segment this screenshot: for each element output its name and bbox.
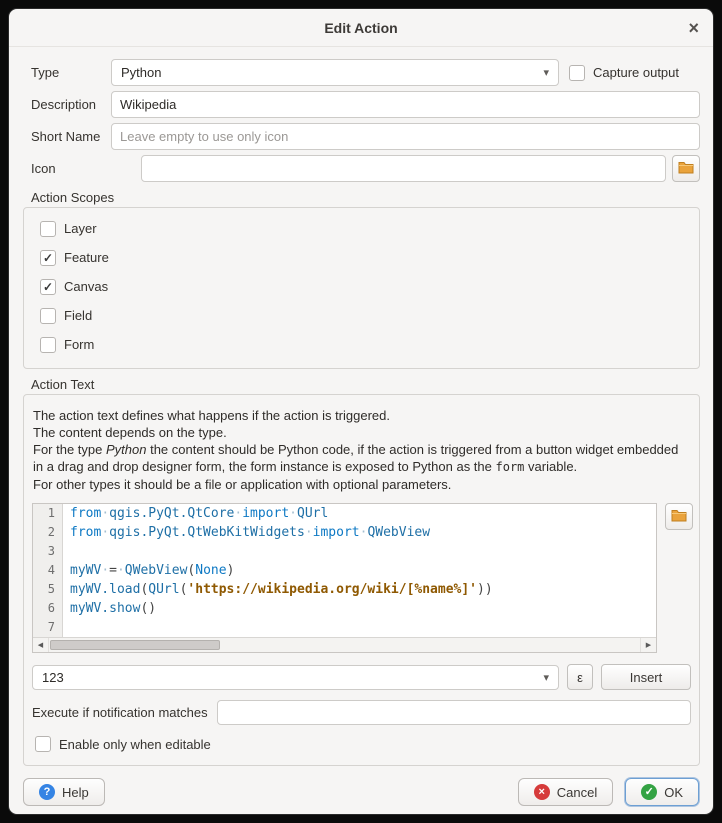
notification-row: Execute if notification matches [32, 700, 691, 725]
type-combobox[interactable]: Python ▾ [111, 59, 559, 86]
description-label: Description [31, 97, 111, 112]
icon-path-input[interactable] [141, 155, 666, 182]
line-number: 1 [33, 504, 63, 523]
code-line[interactable]: 2from·qgis.PyQt.QtWebKitWidgets·import·Q… [33, 523, 656, 542]
close-icon[interactable]: × [688, 19, 699, 37]
scrollbar-thumb[interactable] [50, 640, 220, 650]
help-button[interactable]: ? Help [23, 778, 105, 806]
checkbox-icon [40, 250, 56, 266]
line-number: 5 [33, 580, 63, 599]
ok-icon: ✓ [641, 784, 657, 800]
folder-icon [671, 508, 687, 525]
insert-button[interactable]: Insert [601, 664, 691, 690]
type-label: Type [31, 65, 111, 80]
scope-label: Form [64, 337, 94, 352]
enable-editable-label: Enable only when editable [59, 737, 211, 752]
action-text-group: The action text defines what happens if … [23, 394, 700, 766]
checkbox-icon [569, 65, 585, 81]
dialog-title: Edit Action [324, 20, 397, 36]
help-button-label: Help [62, 785, 89, 800]
ok-button-label: OK [664, 785, 683, 800]
expression-builder-button[interactable]: ε [567, 664, 593, 690]
line-number: 4 [33, 561, 63, 580]
footer: ? Help × Cancel ✓ OK [9, 766, 713, 806]
code-editor-area: 1from·qgis.PyQt.QtCore·import·QUrl2from·… [32, 503, 691, 653]
checkbox-icon [40, 337, 56, 353]
checkbox-icon [40, 308, 56, 324]
code-editor[interactable]: 1from·qgis.PyQt.QtCore·import·QUrl2from·… [32, 503, 657, 653]
code-line[interactable]: 4myWV·=·QWebView(None) [33, 561, 656, 580]
short-name-input[interactable] [111, 123, 700, 150]
checkbox-icon [35, 736, 51, 752]
ok-button[interactable]: ✓ OK [625, 778, 699, 806]
action-scopes-group: Layer Feature Canvas Field Form [23, 207, 700, 369]
scope-label: Field [64, 308, 92, 323]
scope-label: Layer [64, 221, 97, 236]
code-line[interactable]: 7 [33, 618, 656, 637]
type-combobox-value: Python [121, 65, 537, 80]
horizontal-scrollbar[interactable]: ◀ ▶ [33, 637, 656, 652]
action-text-help: The action text defines what happens if … [33, 407, 691, 493]
help-icon: ? [39, 784, 55, 800]
line-number: 6 [33, 599, 63, 618]
description-input[interactable] [111, 91, 700, 118]
scope-checkbox-layer[interactable]: Layer [40, 220, 683, 237]
type-row: Type Python ▾ Capture output [31, 59, 700, 86]
cancel-icon: × [534, 784, 550, 800]
scope-checkbox-form[interactable]: Form [40, 336, 683, 353]
expression-row: 123 ▾ ε Insert [32, 664, 691, 690]
icon-browse-button[interactable] [672, 155, 700, 182]
chevron-down-icon: ▾ [543, 671, 549, 684]
short-name-row: Short Name [31, 123, 700, 150]
enable-editable-checkbox[interactable]: Enable only when editable [35, 736, 211, 752]
expression-combobox[interactable]: 123 ▾ [32, 665, 559, 690]
line-number: 7 [33, 618, 63, 637]
scope-checkbox-canvas[interactable]: Canvas [40, 278, 683, 295]
notification-label: Execute if notification matches [32, 705, 208, 720]
code-line[interactable]: 3 [33, 542, 656, 561]
icon-row: Icon [31, 155, 700, 182]
expression-combobox-value: 123 [42, 670, 537, 685]
action-text-title: Action Text [31, 377, 700, 392]
cancel-button[interactable]: × Cancel [518, 778, 613, 806]
line-number: 2 [33, 523, 63, 542]
description-row: Description [31, 91, 700, 118]
action-scopes-title: Action Scopes [31, 190, 700, 205]
checkbox-icon [40, 221, 56, 237]
scope-checkbox-field[interactable]: Field [40, 307, 683, 324]
scroll-right-icon[interactable]: ▶ [640, 638, 656, 652]
code-line[interactable]: 5myWV.load(QUrl('https://wikipedia.org/w… [33, 580, 656, 599]
edit-action-dialog: Edit Action × Type Python ▾ Capture outp… [8, 8, 714, 815]
capture-output-checkbox[interactable]: Capture output [569, 65, 679, 81]
line-number: 3 [33, 542, 63, 561]
scope-label: Canvas [64, 279, 108, 294]
code-lines: 1from·qgis.PyQt.QtCore·import·QUrl2from·… [33, 504, 656, 637]
scope-checkbox-feature[interactable]: Feature [40, 249, 683, 266]
icon-label: Icon [31, 161, 141, 176]
checkbox-icon [40, 279, 56, 295]
notification-input[interactable] [217, 700, 691, 725]
cancel-button-label: Cancel [557, 785, 597, 800]
chevron-down-icon: ▾ [543, 66, 549, 79]
code-line[interactable]: 1from·qgis.PyQt.QtCore·import·QUrl [33, 504, 656, 523]
code-line[interactable]: 6myWV.show() [33, 599, 656, 618]
capture-output-label: Capture output [593, 65, 679, 80]
short-name-label: Short Name [31, 129, 111, 144]
folder-icon [678, 160, 694, 177]
title-bar: Edit Action × [9, 9, 713, 47]
scroll-left-icon[interactable]: ◀ [33, 638, 49, 652]
code-file-browse-button[interactable] [665, 503, 693, 530]
scope-label: Feature [64, 250, 109, 265]
